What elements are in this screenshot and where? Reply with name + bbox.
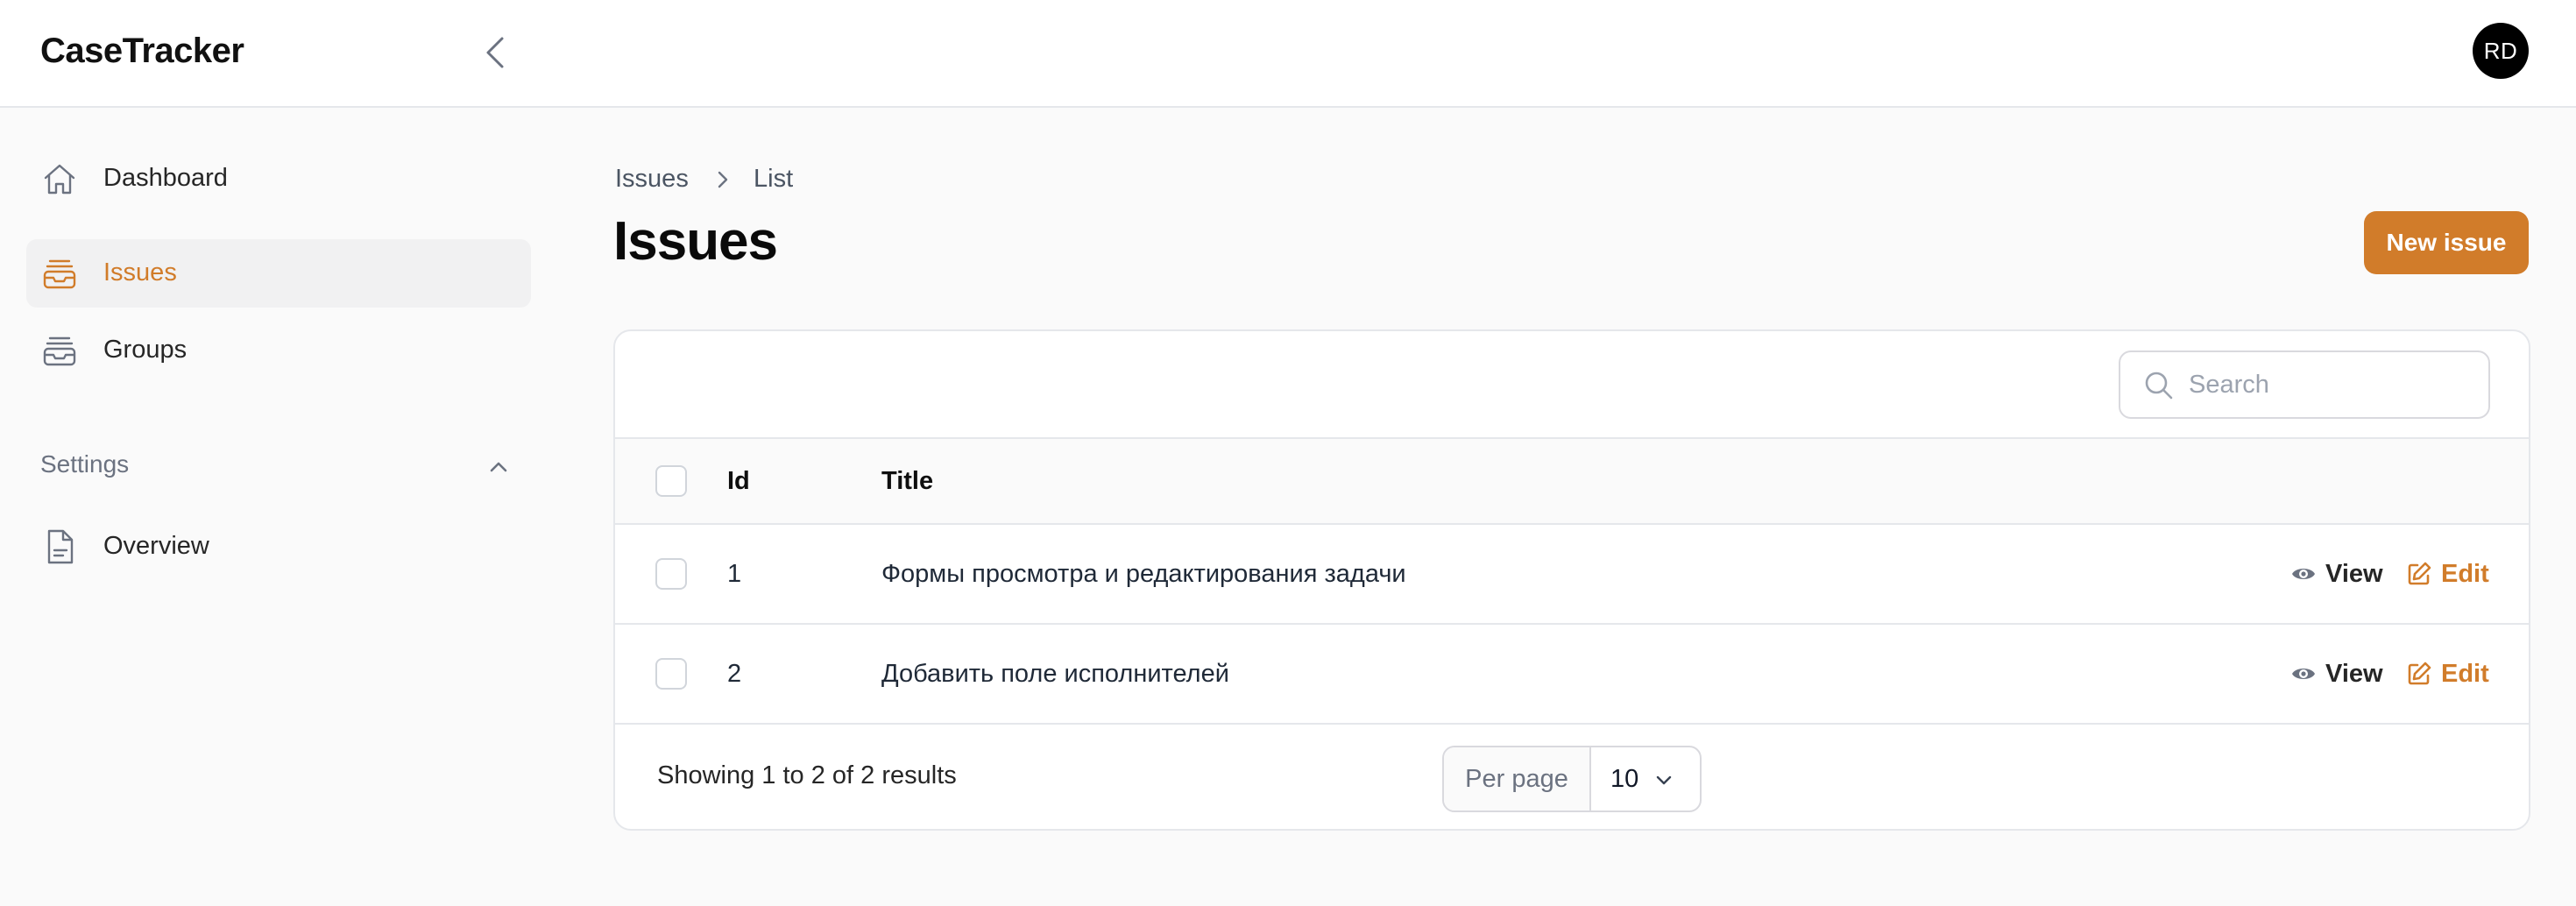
home-icon: [44, 164, 75, 195]
pencil-square-icon: [2408, 662, 2431, 685]
chevron-right-icon: [718, 171, 728, 188]
sidebar-item-issues[interactable]: Issues: [26, 239, 531, 308]
chevron-down-icon: [1656, 775, 1672, 785]
inbox-stack-icon: [43, 336, 76, 366]
view-action[interactable]: View: [2290, 656, 2383, 691]
cell-title: Добавить поле исполнителей: [881, 660, 1229, 688]
issues-table-card: Id Title 1 Формы просмотра и редактирова…: [613, 329, 2530, 831]
sidebar-item-dashboard[interactable]: Dashboard: [26, 145, 531, 213]
new-issue-button[interactable]: New issue: [2364, 211, 2529, 274]
cell-title: Формы просмотра и редактирования задачи: [881, 560, 1406, 588]
per-page-label: Per page: [1444, 747, 1591, 810]
settings-section-toggle[interactable]: Settings: [26, 443, 531, 487]
search-input[interactable]: [2189, 363, 2478, 407]
search-field[interactable]: [2119, 350, 2490, 419]
edit-action-label: Edit: [2441, 559, 2489, 588]
page-title: Issues: [613, 211, 778, 272]
table-row: 2 Добавить поле исполнителей View Edit: [615, 623, 2529, 723]
edit-action[interactable]: Edit: [2406, 556, 2489, 591]
per-page-control: Per page 10: [1442, 746, 1702, 812]
sidebar-item-overview[interactable]: Overview: [26, 513, 531, 581]
view-action[interactable]: View: [2290, 556, 2383, 591]
column-header-title[interactable]: Title: [881, 467, 933, 496]
cell-id: 1: [727, 560, 742, 588]
cell-id: 2: [727, 660, 742, 688]
results-summary: Showing 1 to 2 of 2 results: [657, 761, 957, 789]
settings-section-label: Settings: [40, 450, 130, 478]
top-bar: CaseTracker RD: [0, 0, 2576, 108]
inbox-stack-icon: [43, 259, 76, 289]
chevron-up-icon: [490, 462, 507, 472]
view-action-label: View: [2325, 659, 2383, 688]
sidebar-item-groups[interactable]: Groups: [26, 316, 531, 385]
breadcrumb-issues-link[interactable]: Issues: [615, 165, 689, 194]
edit-action[interactable]: Edit: [2406, 656, 2489, 691]
eye-icon: [2292, 569, 2315, 579]
row-checkbox[interactable]: [655, 658, 687, 690]
collapse-sidebar-button[interactable]: [473, 30, 519, 75]
edit-action-label: Edit: [2441, 659, 2489, 688]
table-footer: Showing 1 to 2 of 2 results Per page 10: [615, 723, 2529, 829]
per-page-value: 10: [1610, 765, 1639, 793]
table-row: 1 Формы просмотра и редактирования задач…: [615, 523, 2529, 623]
search-icon: [2145, 372, 2173, 400]
per-page-select[interactable]: 10: [1591, 747, 1700, 810]
pencil-square-icon: [2408, 562, 2431, 585]
eye-icon: [2292, 669, 2315, 679]
select-all-checkbox[interactable]: [655, 465, 687, 497]
row-checkbox[interactable]: [655, 558, 687, 590]
table-header-row: Id Title: [615, 437, 2529, 523]
brand-logo[interactable]: CaseTracker: [40, 32, 244, 71]
sidebar-item-label: Dashboard: [103, 164, 228, 192]
sidebar-item-label: Issues: [103, 258, 177, 287]
user-avatar[interactable]: RD: [2473, 23, 2529, 79]
sidebar-item-label: Overview: [103, 532, 209, 560]
view-action-label: View: [2325, 559, 2383, 588]
chevron-left-icon: [486, 37, 504, 68]
column-header-id[interactable]: Id: [727, 467, 750, 496]
document-icon: [47, 529, 74, 564]
breadcrumb-current: List: [754, 165, 794, 193]
sidebar-item-label: Groups: [103, 336, 188, 364]
